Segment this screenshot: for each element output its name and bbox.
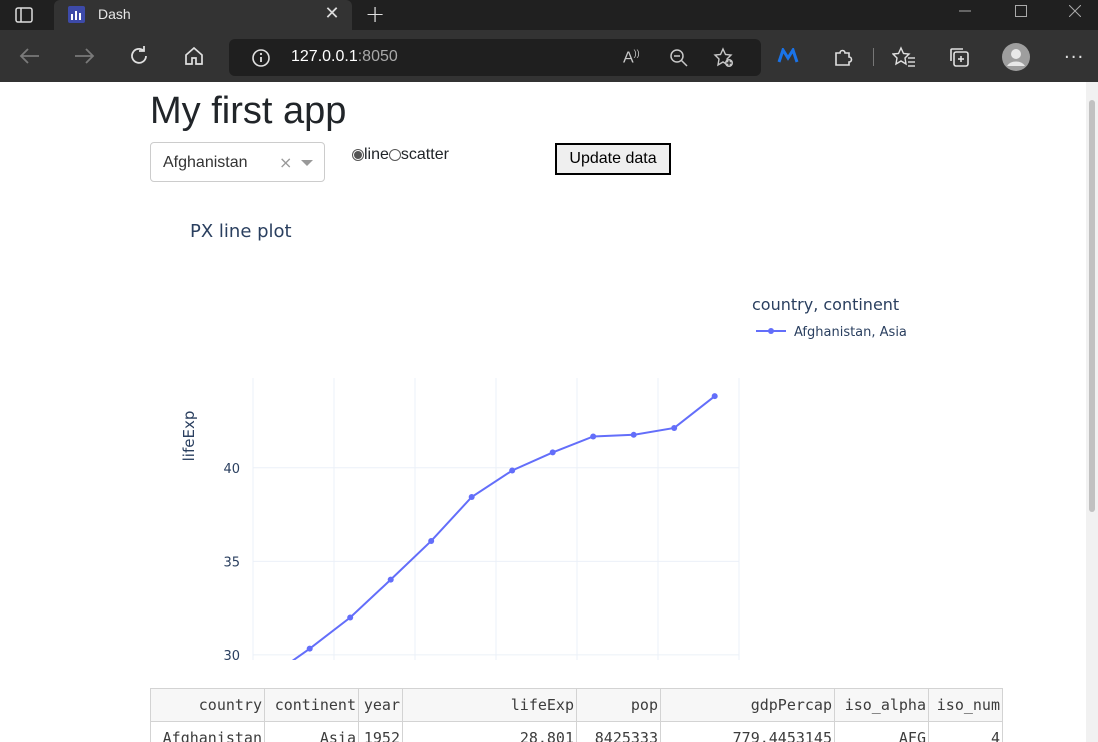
site-info-icon[interactable] xyxy=(251,48,271,72)
data-point[interactable] xyxy=(549,449,556,456)
url-host: 127.0.0.1 xyxy=(291,48,358,65)
collections-icon[interactable] xyxy=(948,46,970,72)
data-point[interactable] xyxy=(590,433,597,440)
new-tab-icon[interactable]: + xyxy=(362,2,388,28)
table-cell-year[interactable]: 1952 xyxy=(358,721,403,742)
legend-marker-swatch[interactable] xyxy=(768,328,774,334)
forward-icon[interactable] xyxy=(70,42,98,70)
page-title: My first app xyxy=(150,90,347,132)
browser-tab-dash[interactable]: Dash ✕ xyxy=(54,0,352,30)
legend-title: country, continent xyxy=(752,295,899,314)
column-header-iso_num[interactable]: iso_num xyxy=(928,688,1003,722)
clear-selection-icon[interactable]: × xyxy=(279,153,292,172)
data-point[interactable] xyxy=(671,424,678,431)
plot-type-radio-group: line scatter xyxy=(352,146,449,164)
browser-tab-bar: Dash ✕ + xyxy=(0,0,1098,30)
table-cell-lifeExp[interactable]: 28.801 xyxy=(402,721,577,742)
data-point[interactable] xyxy=(347,614,354,621)
column-header-continent[interactable]: continent xyxy=(264,688,359,722)
home-icon[interactable] xyxy=(180,42,208,70)
data-point[interactable] xyxy=(711,393,718,400)
table-cell-iso_alpha[interactable]: AFG xyxy=(834,721,929,742)
country-dropdown[interactable]: Afghanistan × xyxy=(150,142,325,182)
table-body: Afghanistan Asia 1952 28.801 8425333 779.4453… xyxy=(150,721,1003,742)
dash-favicon-icon xyxy=(68,6,85,23)
radio-scatter[interactable] xyxy=(388,149,401,161)
column-header-lifeExp[interactable]: lifeExp xyxy=(402,688,577,722)
column-header-gdpPercap[interactable]: gdpPercap xyxy=(660,688,835,722)
data-point[interactable] xyxy=(468,494,475,501)
data-table: country continent year lifeExp pop gdpPercap i… xyxy=(150,688,1007,742)
data-point[interactable] xyxy=(509,467,516,474)
dropdown-arrow-icon[interactable] xyxy=(301,160,313,166)
radio-scatter-label[interactable]: scatter xyxy=(401,146,449,164)
chart-grid xyxy=(252,378,740,660)
column-header-pop[interactable]: pop xyxy=(576,688,661,722)
line-chart: PX line plot 195019601970198019902000201… xyxy=(180,221,907,660)
tab-actions-icon[interactable] xyxy=(8,4,40,26)
table-cell-gdpPercap[interactable]: 779.4453145 xyxy=(660,721,835,742)
close-window-icon[interactable] xyxy=(1052,0,1098,22)
column-header-year[interactable]: year xyxy=(358,688,403,722)
table-cell-pop[interactable]: 8425333 xyxy=(576,721,661,742)
y-tick-label: 35 xyxy=(223,555,240,570)
column-header-country[interactable]: country xyxy=(150,688,265,722)
chart-title: PX line plot xyxy=(190,221,292,242)
data-point[interactable] xyxy=(428,537,435,544)
more-menu-icon[interactable]: ··· xyxy=(1064,47,1084,68)
profile-avatar-icon[interactable] xyxy=(1002,43,1030,75)
toolbar-divider xyxy=(873,48,874,66)
dropdown-selected-value: Afghanistan xyxy=(163,154,248,171)
browser-toolbar: 127.0.0.1:8050 A)) ··· xyxy=(0,30,1098,82)
legend-entry-label[interactable]: Afghanistan, Asia xyxy=(794,325,907,340)
table-header-row: country continent year lifeExp pop gdpPercap i… xyxy=(150,688,1003,722)
maximize-icon[interactable] xyxy=(998,0,1044,22)
table-cell-iso_num[interactable]: 4 xyxy=(928,721,1003,742)
y-tick-label: 30 xyxy=(223,649,240,660)
url-text: 127.0.0.1:8050 xyxy=(291,48,398,66)
data-point[interactable] xyxy=(306,645,313,652)
page-scrollbar[interactable] xyxy=(1086,82,1098,742)
url-port: :8050 xyxy=(357,48,398,65)
scrollbar-thumb[interactable] xyxy=(1089,100,1095,512)
extensions-icon[interactable] xyxy=(832,46,854,72)
radio-line[interactable] xyxy=(352,149,364,161)
favorites-icon[interactable] xyxy=(891,46,916,72)
y-axis-title: lifeExp xyxy=(180,411,198,462)
read-aloud-icon[interactable]: A)) xyxy=(623,48,640,67)
address-bar[interactable]: 127.0.0.1:8050 A)) xyxy=(229,39,761,76)
update-data-button[interactable]: Update data xyxy=(555,143,671,175)
minimize-icon[interactable] xyxy=(942,0,988,22)
back-icon[interactable] xyxy=(16,42,44,70)
series-line xyxy=(291,395,716,660)
tab-title: Dash xyxy=(98,6,131,22)
add-favorite-icon[interactable] xyxy=(713,47,735,73)
column-header-iso_alpha[interactable]: iso_alpha xyxy=(834,688,929,722)
chart-legend: country, continent Afghanistan, Asia xyxy=(752,295,907,340)
radio-line-label[interactable]: line xyxy=(364,146,389,164)
data-point[interactable] xyxy=(387,576,394,583)
y-tick-label: 40 xyxy=(223,462,240,477)
table-cell-country[interactable]: Afghanistan xyxy=(150,721,265,742)
data-point[interactable] xyxy=(630,431,637,438)
zoom-out-icon[interactable] xyxy=(669,48,689,72)
table-cell-continent[interactable]: Asia xyxy=(264,721,359,742)
extension-m-icon[interactable] xyxy=(777,46,799,68)
table-row[interactable]: Afghanistan Asia 1952 28.801 8425333 779.4453… xyxy=(150,721,1003,742)
reload-icon[interactable] xyxy=(125,42,153,70)
page-content: My first app Afghanistan × line scatter … xyxy=(0,82,1086,742)
tab-close-icon[interactable]: ✕ xyxy=(322,4,342,24)
